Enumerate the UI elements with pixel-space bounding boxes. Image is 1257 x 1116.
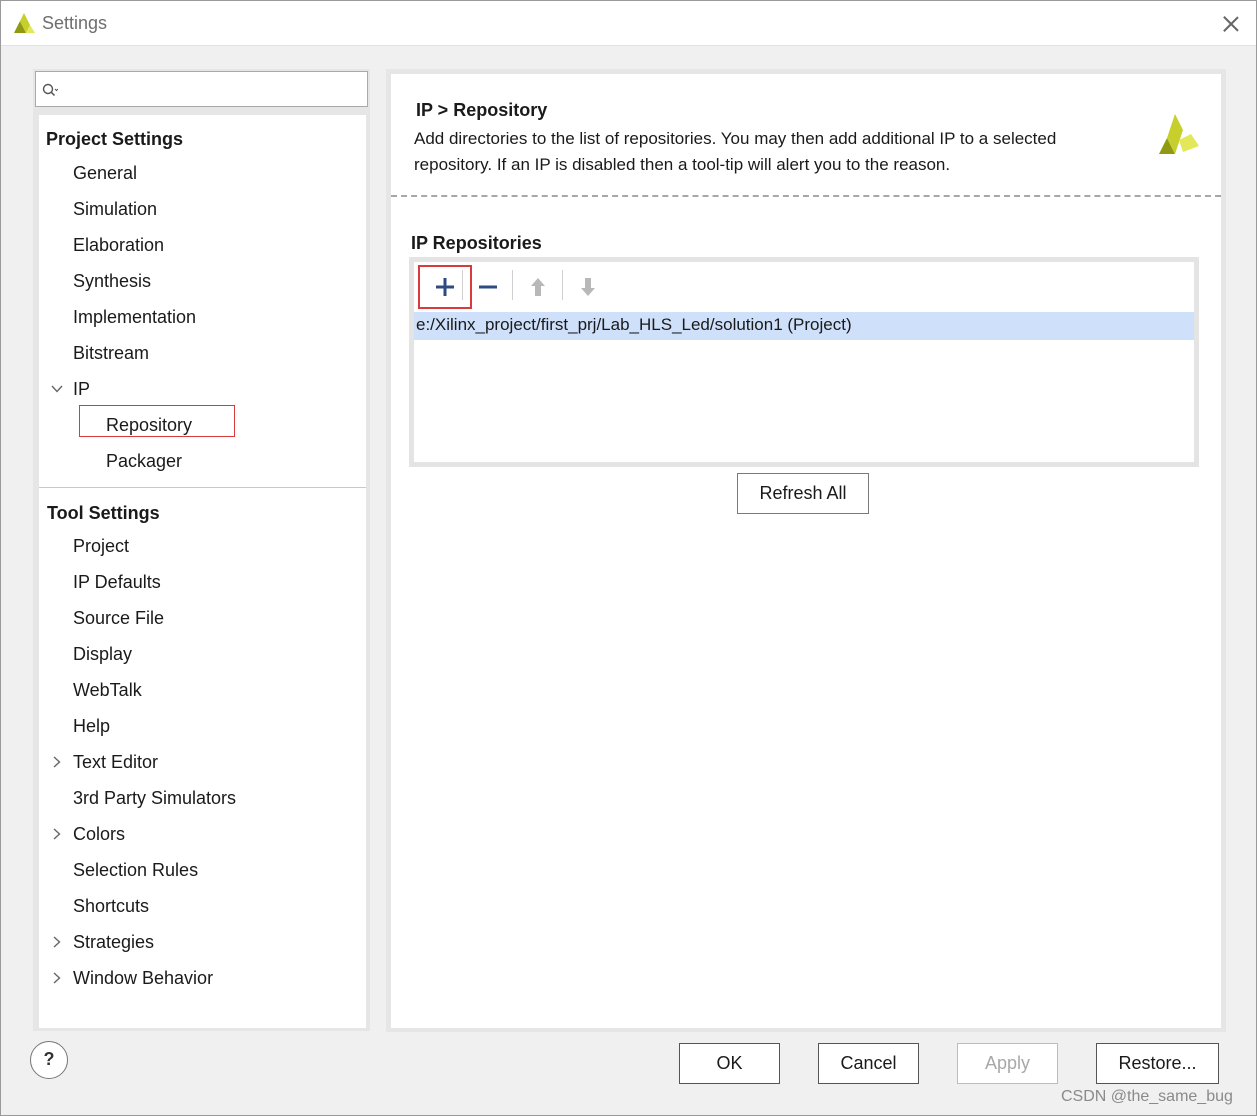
repository-row[interactable]: e:/Xilinx_project/first_prj/Lab_HLS_Led/… <box>414 312 1194 340</box>
header-divider <box>391 195 1221 197</box>
toolbar-divider <box>512 270 513 300</box>
repository-list: e:/Xilinx_project/first_prj/Lab_HLS_Led/… <box>414 262 1194 462</box>
ip-repositories-label: IP Repositories <box>411 233 542 253</box>
ok-button[interactable]: OK <box>679 1043 780 1084</box>
section-divider <box>39 487 366 488</box>
tree-item-general[interactable]: General <box>73 163 137 184</box>
chevron-right-icon[interactable] <box>50 755 64 769</box>
chevron-right-icon[interactable] <box>50 935 64 949</box>
chevron-right-icon[interactable] <box>50 827 64 841</box>
cancel-button[interactable]: Cancel <box>818 1043 919 1084</box>
tree-item-project[interactable]: Project <box>73 536 129 557</box>
tree-item-source-file[interactable]: Source File <box>73 608 164 629</box>
vivado-logo-icon <box>14 13 35 33</box>
help-button[interactable]: ? <box>30 1041 68 1079</box>
watermark: CSDN @the_same_bug <box>1061 1088 1233 1105</box>
remove-icon[interactable] <box>468 267 508 307</box>
refresh-all-button[interactable]: Refresh All <box>737 473 869 514</box>
tree-item-shortcuts[interactable]: Shortcuts <box>73 896 149 917</box>
tree-item-packager[interactable]: Packager <box>106 451 182 472</box>
settings-content-panel: IP > Repository Add directories to the l… <box>391 74 1221 1028</box>
settings-tree: Project Settings General Simulation Elab… <box>39 115 366 1028</box>
tree-item-display[interactable]: Display <box>73 644 132 665</box>
tree-item-help[interactable]: Help <box>73 716 110 737</box>
page-description: Add directories to the list of repositor… <box>414 129 1057 174</box>
tree-item-webtalk[interactable]: WebTalk <box>73 680 142 701</box>
repository-path: e:/Xilinx_project/first_prj/Lab_HLS_Led/… <box>416 315 852 334</box>
window-title: Settings <box>42 13 108 33</box>
toolbar-divider <box>462 270 463 300</box>
search-icon <box>42 83 58 97</box>
page-title: IP > Repository <box>416 100 548 120</box>
tree-item-3rd-party-simulators[interactable]: 3rd Party Simulators <box>73 788 236 809</box>
tree-item-synthesis[interactable]: Synthesis <box>73 271 151 292</box>
tree-item-repository[interactable]: Repository <box>106 415 192 436</box>
move-down-icon[interactable] <box>568 267 608 307</box>
toolbar-divider <box>562 270 563 300</box>
close-button[interactable] <box>1216 9 1246 39</box>
tree-item-elaboration[interactable]: Elaboration <box>73 235 164 256</box>
chevron-right-icon[interactable] <box>50 971 64 985</box>
chevron-down-icon[interactable] <box>50 382 64 396</box>
tree-item-simulation[interactable]: Simulation <box>73 199 157 220</box>
settings-dialog: Settings Project Settings General Simula… <box>0 0 1257 1116</box>
tree-item-implementation[interactable]: Implementation <box>73 307 196 328</box>
tree-item-bitstream[interactable]: Bitstream <box>73 343 149 364</box>
tree-item-selection-rules[interactable]: Selection Rules <box>73 860 198 881</box>
tree-item-ip-defaults[interactable]: IP Defaults <box>73 572 161 593</box>
tree-item-colors[interactable]: Colors <box>73 824 125 845</box>
title-bar: Settings <box>1 1 1256 46</box>
xilinx-logo-icon <box>1159 114 1199 154</box>
tree-item-text-editor[interactable]: Text Editor <box>73 752 158 773</box>
add-icon[interactable] <box>425 267 465 307</box>
tree-item-strategies[interactable]: Strategies <box>73 932 154 953</box>
move-up-icon[interactable] <box>518 267 558 307</box>
apply-button[interactable]: Apply <box>957 1043 1058 1084</box>
tool-settings-header: Tool Settings <box>47 503 160 523</box>
project-settings-header: Project Settings <box>46 129 184 149</box>
restore-button[interactable]: Restore... <box>1096 1043 1219 1084</box>
tree-item-window-behavior[interactable]: Window Behavior <box>73 968 213 989</box>
tree-item-ip[interactable]: IP <box>73 379 90 400</box>
search-input[interactable] <box>35 71 368 107</box>
